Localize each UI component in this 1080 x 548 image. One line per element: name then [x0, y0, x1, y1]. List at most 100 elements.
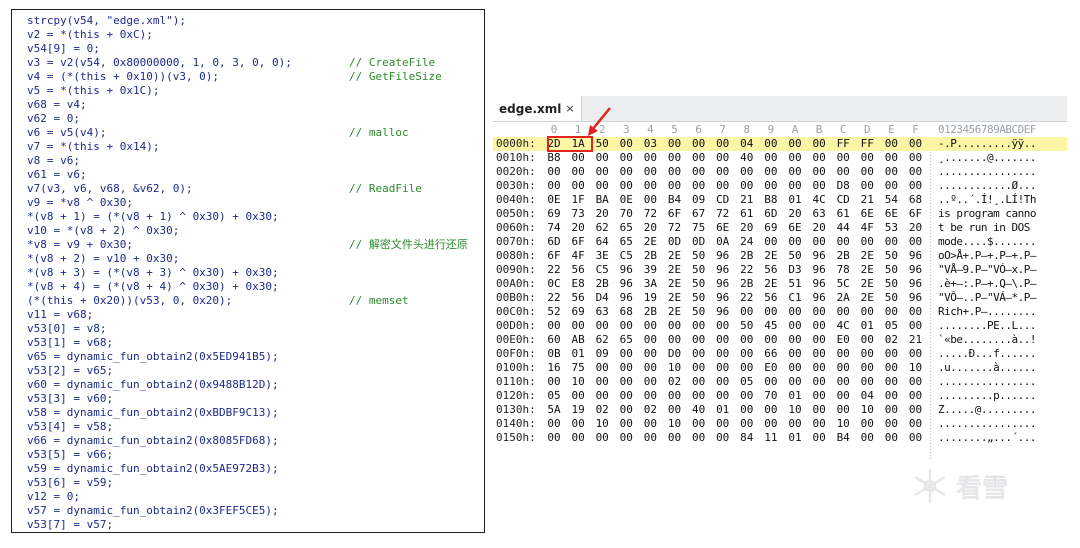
hex-row[interactable]: 0150h: 00 00 00 00 00 00 00 00 84 11 01 00 B4 00 00 00..… [493, 431, 1067, 445]
hex-byte[interactable]: 00 [542, 319, 566, 333]
hex-byte[interactable]: 50 [687, 263, 711, 277]
hex-byte[interactable]: 6F [663, 207, 687, 221]
hex-row[interactable]: 0070h: 6D 6F 64 65 2E 0D 0D 0A 24 00 00 00 00 00 00 00 mo… [493, 235, 1067, 249]
hex-byte[interactable]: 02 [638, 403, 662, 417]
hex-byte[interactable]: 00 [638, 319, 662, 333]
hex-byte[interactable]: 96 [711, 305, 735, 319]
hex-byte[interactable]: 72 [711, 207, 735, 221]
hex-byte[interactable]: 00 [807, 305, 831, 319]
hex-byte[interactable]: 00 [855, 165, 879, 179]
hex-byte[interactable]: 00 [687, 389, 711, 403]
hex-byte[interactable]: 3A [638, 277, 662, 291]
hex-byte[interactable]: 00 [735, 403, 759, 417]
hex-byte[interactable]: 00 [904, 165, 928, 179]
ascii-text[interactable]: "VÔ–..P–"VÁ–*.P– [938, 291, 1066, 305]
hex-byte[interactable]: 00 [614, 403, 638, 417]
hex-row[interactable]: 00C0h: 52 69 63 68 2B 2E 50 96 00 00 00 00 00 00 00 00 Ri… [493, 305, 1067, 319]
hex-row[interactable]: 0050h: 69 73 20 70 72 6F 67 72 61 6D 20 63 61 6E 6E 6F is… [493, 207, 1067, 221]
hex-row[interactable]: 0040h: 0E 1F BA 0E 00 B4 09 CD 21 B8 01 4C CD 21 54 68..… [493, 193, 1067, 207]
hex-byte[interactable]: 4C [807, 193, 831, 207]
hex-byte[interactable]: 5A [542, 403, 566, 417]
hex-byte[interactable]: 00 [879, 417, 903, 431]
hex-byte[interactable]: 2E [663, 263, 687, 277]
hex-byte[interactable]: 00 [855, 417, 879, 431]
hex-byte[interactable]: BA [590, 193, 614, 207]
hex-byte[interactable]: 00 [831, 361, 855, 375]
hex-byte[interactable]: 00 [759, 137, 783, 151]
hex-byte[interactable]: B4 [663, 193, 687, 207]
hex-byte[interactable]: 01 [783, 431, 807, 445]
hex-byte[interactable]: 50 [783, 249, 807, 263]
hex-byte[interactable]: 00 [614, 417, 638, 431]
hex-byte[interactable]: D3 [783, 263, 807, 277]
hex-byte[interactable]: 54 [879, 193, 903, 207]
hex-byte[interactable]: 00 [566, 151, 590, 165]
hex-byte[interactable]: D8 [831, 179, 855, 193]
hex-byte[interactable]: 00 [735, 165, 759, 179]
hex-byte[interactable]: 2B [735, 277, 759, 291]
hex-byte[interactable]: 02 [663, 375, 687, 389]
hex-byte[interactable]: 00 [807, 417, 831, 431]
hex-byte[interactable]: 00 [687, 319, 711, 333]
hex-byte[interactable]: 00 [783, 179, 807, 193]
hex-byte[interactable]: 00 [638, 347, 662, 361]
hex-row[interactable]: 0140h: 00 00 10 00 00 10 00 00 00 00 00 00 10 00 00 00..… [493, 417, 1067, 431]
ascii-text[interactable]: ............Ø... [938, 179, 1066, 193]
hex-byte[interactable]: 0A [711, 235, 735, 249]
hex-byte[interactable]: 00 [590, 375, 614, 389]
hex-byte[interactable]: 00 [687, 151, 711, 165]
hex-byte[interactable]: 10 [590, 417, 614, 431]
hex-byte[interactable]: 00 [807, 179, 831, 193]
hex-byte[interactable]: 96 [711, 291, 735, 305]
hex-byte[interactable]: 00 [663, 165, 687, 179]
hex-byte[interactable]: E0 [759, 361, 783, 375]
hex-byte[interactable]: 62 [590, 221, 614, 235]
hex-byte[interactable]: 68 [614, 305, 638, 319]
ascii-text[interactable]: ................ [938, 165, 1066, 179]
hex-byte[interactable]: 56 [759, 291, 783, 305]
hex-byte[interactable]: 00 [566, 319, 590, 333]
hex-byte[interactable]: 00 [783, 235, 807, 249]
ascii-text[interactable]: .....Ð...f...... [938, 347, 1066, 361]
hex-byte[interactable]: 2B [735, 249, 759, 263]
hex-row[interactable]: 0060h: 74 20 62 65 20 72 75 6E 20 69 6E 20 44 4F 53 20 t … [493, 221, 1067, 235]
hex-byte[interactable]: 00 [566, 389, 590, 403]
hex-byte[interactable]: 00 [904, 403, 928, 417]
hex-byte[interactable]: B8 [759, 193, 783, 207]
hex-byte[interactable]: 00 [855, 179, 879, 193]
hex-byte[interactable]: 0D [663, 235, 687, 249]
hex-byte[interactable]: 61 [735, 207, 759, 221]
hex-byte[interactable]: 2E [663, 277, 687, 291]
hex-byte[interactable]: 00 [735, 179, 759, 193]
hex-byte[interactable]: 00 [904, 389, 928, 403]
hex-row[interactable]: 0100h: 16 75 00 00 00 10 00 00 00 E0 00 00 00 00 00 10 .u… [493, 361, 1067, 375]
hex-byte[interactable]: 00 [807, 165, 831, 179]
hex-byte[interactable]: 00 [831, 235, 855, 249]
hex-byte[interactable]: 00 [614, 165, 638, 179]
hex-byte[interactable]: 19 [566, 403, 590, 417]
ascii-text[interactable]: .è+–:.P–+.Q–\.P– [938, 277, 1066, 291]
hex-byte[interactable]: 53 [879, 221, 903, 235]
hex-byte[interactable]: 00 [807, 403, 831, 417]
hex-byte[interactable]: 00 [879, 305, 903, 319]
hex-byte[interactable]: 00 [879, 347, 903, 361]
hex-byte[interactable]: B8 [542, 151, 566, 165]
hex-byte[interactable]: 00 [638, 333, 662, 347]
hex-byte[interactable]: 00 [687, 137, 711, 151]
hex-byte[interactable]: 00 [711, 361, 735, 375]
hex-byte[interactable]: 00 [590, 389, 614, 403]
hex-byte[interactable]: 00 [807, 361, 831, 375]
hex-byte[interactable]: 2B [638, 249, 662, 263]
hex-byte[interactable]: 02 [879, 333, 903, 347]
hex-byte[interactable]: 00 [904, 319, 928, 333]
hex-byte[interactable]: 00 [831, 165, 855, 179]
hex-byte[interactable]: 73 [566, 207, 590, 221]
hex-byte[interactable]: 00 [638, 417, 662, 431]
hex-byte[interactable]: 00 [566, 165, 590, 179]
hex-byte[interactable]: 00 [638, 165, 662, 179]
hex-byte[interactable]: 60 [542, 333, 566, 347]
ascii-text[interactable]: Rich+.P–........ [938, 305, 1066, 319]
hex-byte[interactable]: 00 [638, 193, 662, 207]
hex-byte[interactable]: 6F [904, 207, 928, 221]
hex-row[interactable]: 0110h: 00 10 00 00 00 02 00 00 05 00 00 00 00 00 00 00..… [493, 375, 1067, 389]
